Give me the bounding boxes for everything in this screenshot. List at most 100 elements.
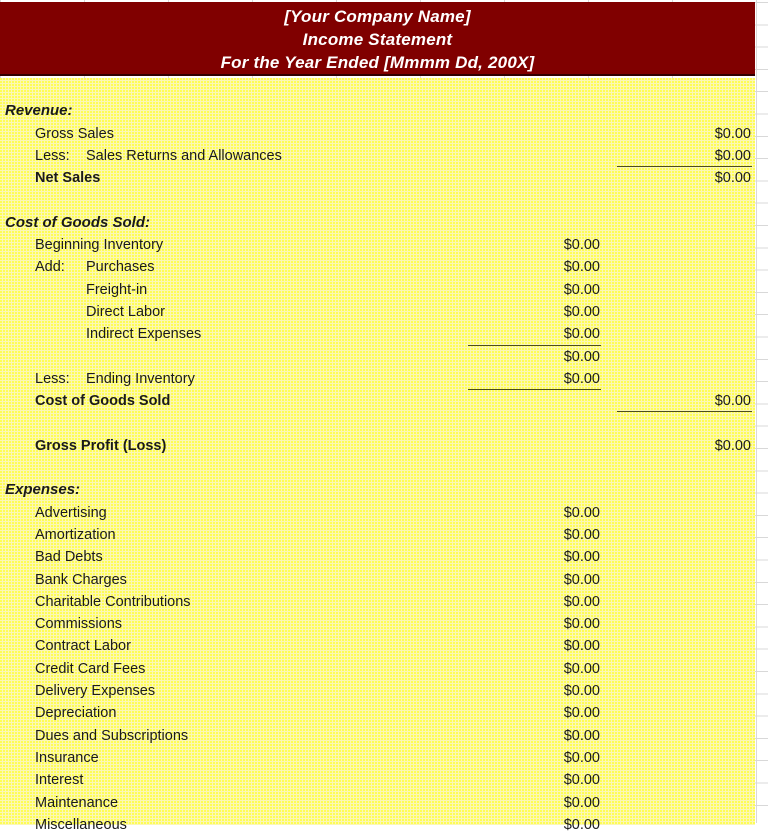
row-indirect-expenses: Indirect Expenses $0.00 — [0, 323, 755, 346]
commissions-label: Commissions — [35, 616, 123, 633]
amortization-amount[interactable]: $0.00 — [430, 524, 600, 546]
delivery-expenses-label: Delivery Expenses — [35, 683, 156, 700]
direct-labor-label: Direct Labor — [86, 303, 165, 320]
statement-rows: Revenue: Gross Sales $0.00 Less: Sales R… — [0, 78, 755, 836]
interest-label: Interest — [35, 772, 84, 789]
miscellaneous-label: Miscellaneous — [35, 816, 127, 833]
dues-and-subscriptions-amount[interactable]: $0.00 — [430, 725, 600, 747]
row-miscellaneous: Miscellaneous $0.00 — [0, 814, 755, 836]
statement-type-title: Income Statement — [302, 30, 453, 49]
spacer-row — [0, 412, 755, 434]
row-ending-inventory: Less: Ending Inventory $0.00 — [0, 368, 755, 391]
row-credit-card-fees: Credit Card Fees $0.00 — [0, 658, 755, 680]
charitable-contributions-amount[interactable]: $0.00 — [430, 591, 600, 613]
row-net-sales: Net Sales $0.00 — [0, 167, 755, 189]
insurance-label: Insurance — [35, 749, 99, 766]
charitable-contributions-label: Charitable Contributions — [35, 593, 191, 610]
cost-of-goods-sold-amount[interactable]: $0.00 — [560, 390, 751, 412]
revenue-section-heading-row: Revenue: — [0, 100, 755, 122]
row-gross-profit: Gross Profit (Loss) $0.00 — [0, 435, 755, 457]
row-insurance: Insurance $0.00 — [0, 747, 755, 769]
company-name-title: [Your Company Name] — [284, 7, 471, 26]
maintenance-amount[interactable]: $0.00 — [430, 792, 600, 814]
gross-profit-amount[interactable]: $0.00 — [560, 435, 751, 457]
beginning-inventory-amount[interactable]: $0.00 — [430, 234, 600, 256]
row-purchases: Add: Purchases $0.00 — [0, 256, 755, 278]
cogs-section-heading-row: Cost of Goods Sold: — [0, 212, 755, 234]
purchases-label: Purchases — [86, 259, 155, 276]
row-commissions: Commissions $0.00 — [0, 613, 755, 635]
row-delivery-expenses: Delivery Expenses $0.00 — [0, 680, 755, 702]
net-sales-label: Net Sales — [35, 170, 101, 187]
spacer-row — [0, 78, 755, 100]
row-interest: Interest $0.00 — [0, 769, 755, 791]
depreciation-label: Depreciation — [35, 705, 117, 722]
row-gross-sales: Gross Sales $0.00 — [0, 123, 755, 145]
row-bank-charges: Bank Charges $0.00 — [0, 569, 755, 591]
sales-returns-amount[interactable]: $0.00 — [560, 145, 751, 167]
direct-labor-amount[interactable]: $0.00 — [430, 301, 600, 323]
indirect-expenses-label: Indirect Expenses — [86, 326, 202, 343]
row-maintenance: Maintenance $0.00 — [0, 792, 755, 814]
dues-and-subscriptions-label: Dues and Subscriptions — [35, 727, 189, 744]
statement-body: Revenue: Gross Sales $0.00 Less: Sales R… — [0, 78, 755, 833]
spacer-row — [0, 189, 755, 211]
sales-returns-label: Sales Returns and Allowances — [86, 147, 282, 164]
row-amortization: Amortization $0.00 — [0, 524, 755, 546]
row-goods-available-subtotal: $0.00 — [0, 346, 755, 368]
row-direct-labor: Direct Labor $0.00 — [0, 301, 755, 323]
commissions-amount[interactable]: $0.00 — [430, 613, 600, 635]
purchases-amount[interactable]: $0.00 — [430, 256, 600, 278]
delivery-expenses-amount[interactable]: $0.00 — [430, 680, 600, 702]
spacer-row — [0, 457, 755, 479]
period-title: For the Year Ended [Mmmm Dd, 200X] — [220, 53, 535, 72]
row-sales-returns: Less: Sales Returns and Allowances $0.00 — [0, 145, 755, 168]
row-freight-in: Freight-in $0.00 — [0, 279, 755, 301]
row-bad-debts: Bad Debts $0.00 — [0, 546, 755, 568]
indirect-expenses-amount[interactable]: $0.00 — [430, 323, 600, 345]
maintenance-label: Maintenance — [35, 794, 119, 811]
row-advertising: Advertising $0.00 — [0, 502, 755, 524]
row-cost-of-goods-sold-total: Cost of Goods Sold $0.00 — [0, 390, 755, 413]
freight-in-label: Freight-in — [86, 281, 148, 298]
row-beginning-inventory: Beginning Inventory $0.00 — [0, 234, 755, 256]
cost-of-goods-sold-label: Cost of Goods Sold — [35, 393, 171, 410]
credit-card-fees-amount[interactable]: $0.00 — [430, 658, 600, 680]
revenue-heading: Revenue: — [5, 102, 73, 120]
freight-in-amount[interactable]: $0.00 — [430, 279, 600, 301]
row-charitable-contributions: Charitable Contributions $0.00 — [0, 591, 755, 613]
ending-inventory-amount[interactable]: $0.00 — [430, 368, 600, 390]
net-sales-amount[interactable]: $0.00 — [560, 167, 751, 189]
bank-charges-label: Bank Charges — [35, 571, 127, 588]
insurance-amount[interactable]: $0.00 — [430, 747, 600, 769]
beginning-inventory-label: Beginning Inventory — [35, 237, 164, 254]
contract-labor-amount[interactable]: $0.00 — [430, 635, 600, 657]
bad-debts-label: Bad Debts — [35, 549, 103, 566]
income-statement-sheet: [Your Company Name] Income Statement For… — [0, 2, 755, 833]
gross-sales-amount[interactable]: $0.00 — [560, 123, 751, 145]
bank-charges-amount[interactable]: $0.00 — [430, 569, 600, 591]
interest-amount[interactable]: $0.00 — [430, 769, 600, 791]
purchases-prefix: Add: — [35, 259, 65, 276]
sales-returns-prefix: Less: — [35, 147, 70, 164]
contract-labor-label: Contract Labor — [35, 638, 131, 655]
credit-card-fees-label: Credit Card Fees — [35, 660, 146, 677]
miscellaneous-amount[interactable]: $0.00 — [430, 814, 600, 836]
ending-inventory-prefix: Less: — [35, 370, 70, 387]
expenses-section-heading-row: Expenses: — [0, 479, 755, 501]
expenses-heading: Expenses: — [5, 481, 81, 499]
advertising-amount[interactable]: $0.00 — [430, 502, 600, 524]
advertising-label: Advertising — [35, 504, 107, 521]
bad-debts-amount[interactable]: $0.00 — [430, 546, 600, 568]
row-contract-labor: Contract Labor $0.00 — [0, 635, 755, 657]
depreciation-amount[interactable]: $0.00 — [430, 702, 600, 724]
statement-header-banner: [Your Company Name] Income Statement For… — [0, 2, 755, 76]
amortization-label: Amortization — [35, 526, 116, 543]
goods-available-amount[interactable]: $0.00 — [430, 346, 600, 368]
cogs-heading: Cost of Goods Sold: — [5, 213, 150, 231]
row-dues-and-subscriptions: Dues and Subscriptions $0.00 — [0, 725, 755, 747]
gross-sales-label: Gross Sales — [35, 125, 114, 142]
row-depreciation: Depreciation $0.00 — [0, 702, 755, 724]
ending-inventory-label: Ending Inventory — [86, 370, 195, 387]
gross-profit-label: Gross Profit (Loss) — [35, 437, 167, 454]
